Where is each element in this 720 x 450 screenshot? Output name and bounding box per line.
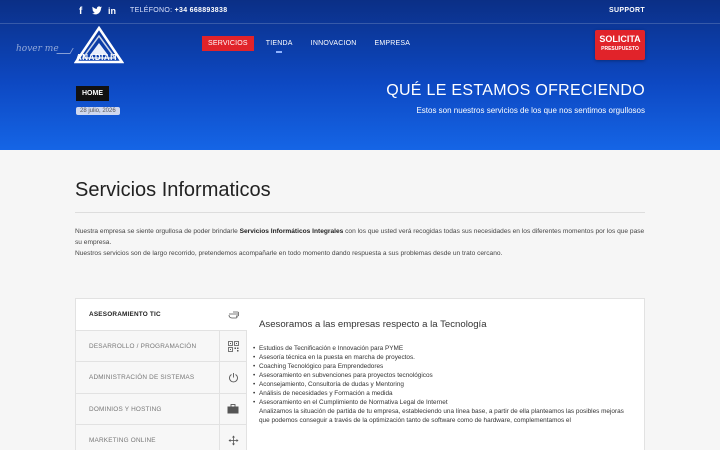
support-link[interactable]: SUPPORT: [609, 7, 645, 14]
content-paragraph: Analizamos la situación de partida de tu…: [259, 408, 624, 425]
list-item: Asesoramiento en el Cumplimiento de Norm…: [253, 398, 629, 407]
list-item: Análisis de necesidades y Formación a me…: [253, 389, 629, 398]
hover-me-hint: hover me: [16, 44, 59, 54]
content-title: Asesoramos a las empresas respecto a la …: [259, 319, 487, 330]
date-badge: 28 julio, 2026: [76, 107, 120, 115]
linkedin-icon[interactable]: in: [108, 6, 116, 16]
intro-pre: Nuestra empresa se siente orgullosa de p…: [75, 228, 240, 235]
nav-innovacion[interactable]: INNOVACION: [305, 36, 363, 51]
main-nav: SERVICIOS TIENDA INNOVACION EMPRESA: [202, 36, 422, 51]
page-title: Servicios Informaticos: [75, 179, 271, 201]
facebook-icon[interactable]: f: [79, 6, 82, 17]
logo-text: ANADIAIT: [76, 53, 119, 62]
cta-line1: SOLICITA: [599, 34, 641, 44]
tab-label: DOMINIOS Y HOSTING: [89, 405, 162, 413]
services-panel: ASESORAMIENTO TIC DESARROLLO / PROGRAMAC…: [75, 298, 645, 450]
list-item: Aconsejamiento, Consultoría de dudas y M…: [253, 380, 629, 389]
tab-label: DESARROLLO / PROGRAMACIÓN: [89, 342, 197, 350]
briefcase-icon: [219, 393, 246, 425]
hero-title: QUÉ LE ESTAMOS OFRECIENDO: [386, 82, 645, 99]
phone-contact[interactable]: TELÉFONO: +34 668893838: [130, 7, 227, 14]
service-list: Estudios de Tecnificación e Innovación p…: [253, 344, 629, 407]
hero-subtitle: Estos son nuestros servicios de los que …: [416, 106, 645, 115]
intro-text: Nuestra empresa se siente orgullosa de p…: [75, 227, 645, 259]
power-icon: [219, 362, 246, 393]
intro-line2: Nuestros servicios son de largo recorrid…: [75, 249, 503, 257]
tab-marketing-online[interactable]: MARKETING ONLINE: [76, 425, 247, 450]
nav-empresa[interactable]: EMPRESA: [369, 36, 417, 51]
list-item: Asesoría técnica en la puesta en marcha …: [253, 353, 629, 362]
hand-pointer-icon: [220, 299, 247, 330]
cta-line2: PRESUPUESTO: [601, 46, 639, 52]
tab-asesoramiento-tic[interactable]: ASESORAMIENTO TIC: [76, 299, 247, 331]
list-item: Estudios de Tecnificación e Innovación p…: [253, 344, 629, 353]
hover-arrow-icon: [56, 48, 74, 54]
nav-servicios[interactable]: SERVICIOS: [202, 36, 254, 51]
qr-code-icon: [219, 330, 246, 362]
breadcrumb-home[interactable]: HOME: [76, 86, 109, 101]
move-icon: [219, 425, 246, 450]
hero-banner: f in TELÉFONO: +34 668893838 SUPPORT hov…: [0, 0, 720, 150]
service-tabs: ASESORAMIENTO TIC DESARROLLO / PROGRAMAC…: [76, 299, 247, 450]
tab-administracion-sistemas[interactable]: ADMINISTRACIÓN DE SISTEMAS: [76, 362, 247, 394]
list-item: Asesoramiento en subvenciones para proye…: [253, 371, 629, 380]
twitter-icon[interactable]: [92, 6, 102, 18]
tab-content: Asesoramos a las empresas respecto a la …: [253, 319, 629, 426]
tab-label: MARKETING ONLINE: [89, 437, 156, 444]
phone-label: TELÉFONO:: [130, 7, 173, 14]
top-bar: f in TELÉFONO: +34 668893838 SUPPORT: [0, 0, 720, 24]
tab-label: ASESORAMIENTO TIC: [89, 311, 161, 318]
phone-number[interactable]: +34 668893838: [175, 7, 228, 14]
tab-dominios-hosting[interactable]: DOMINIOS Y HOSTING: [76, 393, 247, 425]
request-quote-button[interactable]: SOLICITA PRESUPUESTO: [595, 30, 645, 60]
tab-desarrollo-programacion[interactable]: DESARROLLO / PROGRAMACIÓN: [76, 330, 247, 362]
nav-tienda[interactable]: TIENDA: [260, 36, 299, 51]
intro-bold: Servicios Informáticos Integrales: [239, 228, 344, 235]
list-item: Coaching Tecnológico para Emprendedores: [253, 362, 629, 371]
title-divider: [75, 212, 645, 213]
tab-label: ADMINISTRACIÓN DE SISTEMAS: [89, 374, 195, 381]
